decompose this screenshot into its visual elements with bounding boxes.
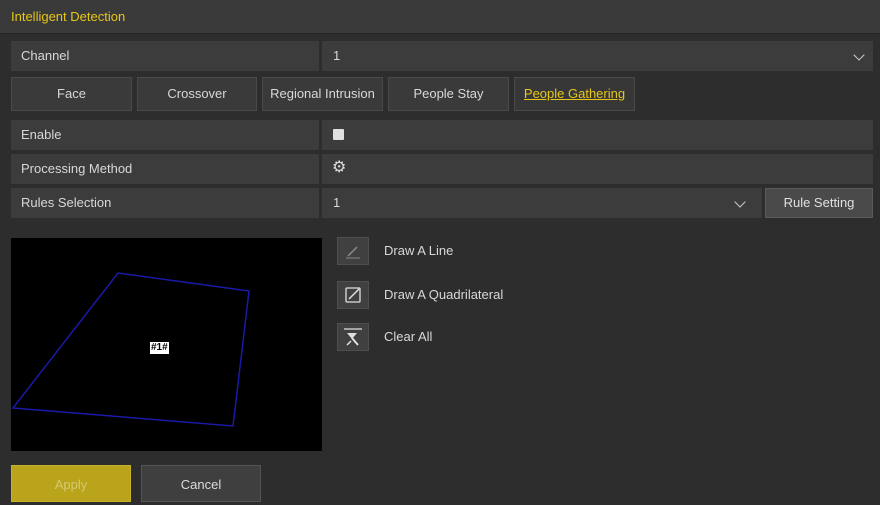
draw-line-label: Draw A Line	[384, 243, 454, 258]
rules-value: 1	[333, 195, 341, 210]
area-label: #1#	[150, 342, 169, 354]
enable-checkbox[interactable]	[333, 129, 344, 140]
draw-line-tool[interactable]: Draw A Line	[337, 237, 587, 265]
tab-crossover[interactable]: Crossover	[137, 77, 257, 111]
video-preview[interactable]: #1#	[11, 238, 322, 451]
clear-all-label: Clear All	[384, 329, 433, 344]
rules-select[interactable]: 1	[322, 188, 762, 218]
channel-row: Channel 1	[11, 41, 873, 71]
draw-quadrilateral-icon[interactable]	[337, 281, 369, 309]
draw-quadrilateral-tool[interactable]: Draw A Quadrilateral	[337, 281, 587, 309]
clear-all-tool[interactable]: Clear All	[337, 323, 587, 351]
intelligent-detection-panel: Intelligent Detection Channel 1 Face Cro…	[0, 0, 880, 505]
clear-all-icon[interactable]	[337, 323, 369, 351]
enable-cell	[322, 120, 873, 150]
tab-regional-intrusion[interactable]: Regional Intrusion	[262, 77, 383, 111]
page-title: Intelligent Detection	[11, 9, 126, 24]
tab-people-stay[interactable]: People Stay	[388, 77, 509, 111]
rules-selection-row: Rules Selection 1 Rule Setting	[11, 188, 873, 218]
draw-quadrilateral-label: Draw A Quadrilateral	[384, 287, 504, 302]
enable-row: Enable	[11, 120, 873, 150]
rule-setting-button[interactable]: Rule Setting	[765, 188, 873, 218]
processing-method-label: Processing Method	[11, 154, 319, 184]
tab-people-gathering[interactable]: People Gathering	[514, 77, 635, 111]
draw-line-icon[interactable]	[337, 237, 369, 265]
channel-select[interactable]: 1	[322, 41, 873, 71]
channel-value: 1	[333, 48, 341, 63]
channel-label: Channel	[11, 41, 319, 71]
rules-selection-label: Rules Selection	[11, 188, 319, 218]
enable-label: Enable	[11, 120, 319, 150]
cancel-button[interactable]: Cancel	[141, 465, 261, 502]
gear-icon[interactable]: ⚙	[332, 160, 346, 176]
chevron-down-icon	[853, 49, 865, 61]
title-bar: Intelligent Detection	[0, 0, 880, 34]
chevron-down-icon	[734, 196, 746, 208]
apply-button[interactable]: Apply	[11, 465, 131, 502]
processing-method-cell: ⚙	[322, 154, 873, 184]
tab-face[interactable]: Face	[11, 77, 132, 111]
processing-method-row: Processing Method ⚙	[11, 154, 873, 184]
